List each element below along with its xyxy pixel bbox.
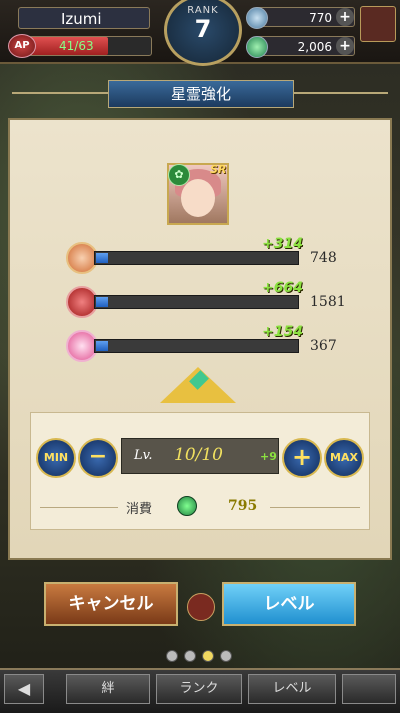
tab-bond[interactable]: 絆: [66, 674, 150, 704]
stat-fill-attack: [96, 253, 109, 263]
add-currency1-button[interactable]: +: [336, 8, 354, 26]
stat-value-heart: 367: [310, 338, 337, 354]
consume-divider-left: [40, 507, 118, 508]
banner-ornament-left: [12, 92, 108, 94]
stat-bar-heart: [94, 339, 299, 353]
consume-label: 消費: [126, 502, 153, 517]
consume-value: 795: [228, 498, 258, 514]
ap-icon: AP: [8, 34, 36, 58]
stat-bonus-heart: +154: [262, 324, 303, 340]
player-name: Izumi: [18, 7, 150, 29]
rarity-badge: SR: [210, 163, 227, 176]
stat-bonus-attack: +314: [262, 236, 303, 252]
crystal-icon: [246, 7, 268, 29]
level-label: Lv.: [134, 448, 153, 463]
stat-value-hp: 1581: [310, 294, 346, 310]
level-value: 10/10: [174, 445, 223, 465]
page-dot: [202, 650, 214, 662]
banner-ornament-right: [292, 92, 388, 94]
decrement-button[interactable]: −: [78, 438, 118, 478]
tab-rank[interactable]: ランク: [156, 674, 242, 704]
page-dot: [220, 650, 232, 662]
cancel-button[interactable]: キャンセル: [44, 582, 178, 626]
portrait-face: [181, 179, 215, 217]
tab-level[interactable]: レベル: [248, 674, 336, 704]
stat-value-attack: 748: [310, 250, 337, 266]
potion-icon: [177, 496, 197, 516]
level-increase: +9: [260, 450, 277, 463]
menu-button[interactable]: [360, 6, 396, 42]
page-title: 星霊強化: [108, 80, 294, 108]
stat-fill-hp: [96, 297, 109, 307]
page-dot: [166, 650, 178, 662]
back-button[interactable]: ◀: [4, 674, 44, 704]
page-dot: [184, 650, 196, 662]
ap-text: 41/63: [59, 39, 94, 53]
stat-bar-hp: [94, 295, 299, 309]
stat-fill-heart: [96, 341, 109, 351]
potion-currency-icon: [246, 36, 268, 58]
min-button[interactable]: MIN: [36, 438, 76, 478]
gem-icon: [187, 593, 215, 621]
leaf-icon: ✿: [168, 164, 190, 186]
stat-bar-attack: [94, 251, 299, 265]
add-currency2-button[interactable]: +: [336, 37, 354, 55]
increment-button[interactable]: +: [282, 438, 322, 478]
max-button[interactable]: MAX: [324, 438, 364, 478]
tab-more[interactable]: [342, 674, 396, 704]
rank-value: 7: [194, 15, 212, 43]
stat-bonus-hp: +664: [262, 280, 303, 296]
consume-divider-right: [270, 507, 360, 508]
level-button[interactable]: レベル: [222, 582, 356, 626]
level-display: Lv. 10/10 +9: [121, 438, 279, 474]
ap-gauge: 41/63: [28, 36, 152, 56]
